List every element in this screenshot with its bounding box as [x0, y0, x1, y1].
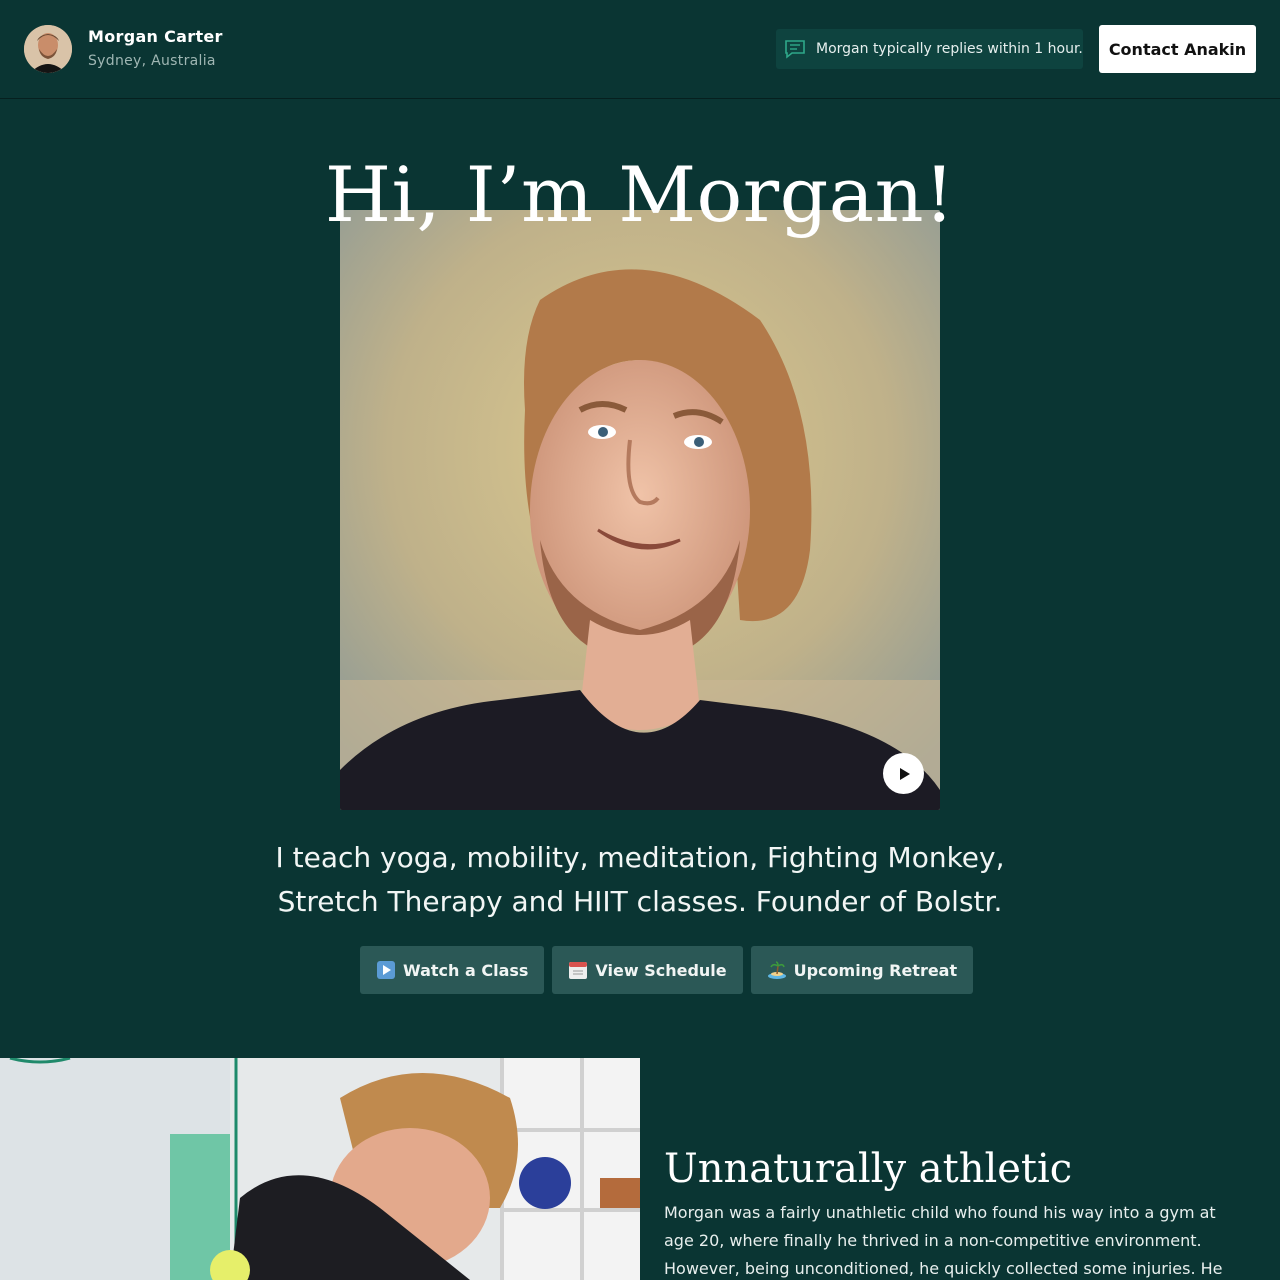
- profile-name: Morgan Carter: [88, 27, 223, 46]
- profile-location: Sydney, Australia: [88, 53, 216, 69]
- top-bar: Morgan Carter Sydney, Australia Morgan t…: [0, 0, 1280, 99]
- hero-title: Hi, I’m Morgan!: [324, 150, 956, 239]
- upcoming-retreat-button[interactable]: Upcoming Retreat: [750, 946, 974, 994]
- intro-video-thumbnail: [340, 210, 940, 810]
- play-video-button[interactable]: [883, 753, 924, 794]
- island-emoji-icon: [767, 961, 786, 979]
- hero-tagline: I teach yoga, mobility, meditation, Figh…: [275, 841, 1005, 918]
- play-icon: [899, 767, 910, 780]
- view-schedule-button[interactable]: View Schedule: [552, 946, 743, 994]
- contact-button[interactable]: Contact Anakin: [1099, 25, 1256, 73]
- intro-video[interactable]: [340, 210, 940, 810]
- cta-row: Watch a Class View Schedule Upcoming Ret…: [360, 946, 974, 994]
- about-photo: [0, 1058, 640, 1280]
- reply-time-note: Morgan typically replies within 1 hour.: [776, 29, 1083, 69]
- play-button-emoji-icon: [377, 961, 395, 979]
- reply-time-text: Morgan typically replies within 1 hour.: [816, 41, 1083, 57]
- calendar-emoji-icon: [569, 962, 588, 979]
- watch-class-button[interactable]: Watch a Class: [360, 946, 545, 994]
- about-title: Unnaturally athletic: [664, 1146, 1073, 1192]
- chat-icon: [785, 40, 805, 59]
- avatar[interactable]: [24, 25, 72, 73]
- upcoming-retreat-label: Upcoming Retreat: [793, 960, 958, 980]
- watch-class-label: Watch a Class: [403, 960, 529, 980]
- about-body: Morgan was a fairly unathletic child who…: [664, 1203, 1223, 1278]
- avatar-portrait-image: [24, 25, 72, 73]
- about-photo-image: [0, 1058, 640, 1280]
- view-schedule-label: View Schedule: [595, 960, 727, 980]
